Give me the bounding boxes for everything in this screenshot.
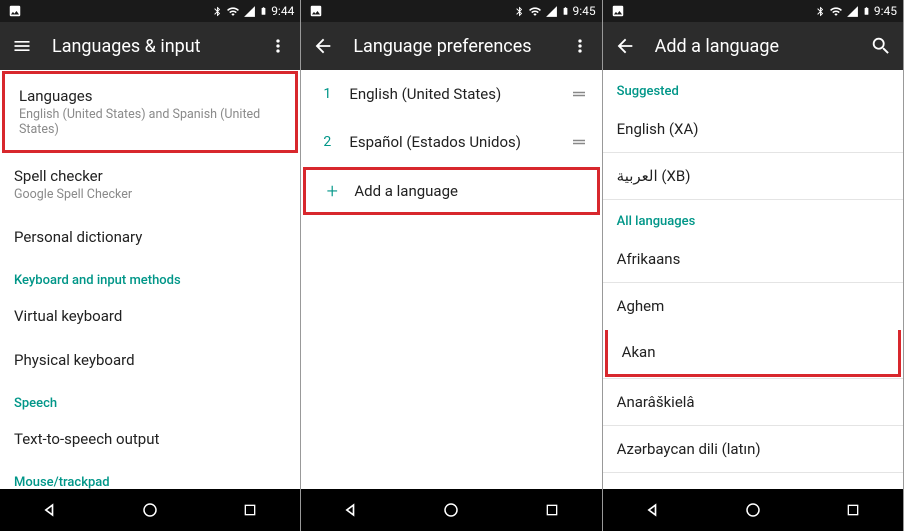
nav-back-icon[interactable]: [633, 490, 673, 530]
status-time: 9:45: [874, 4, 897, 18]
language-item-azerbaycan[interactable]: Azərbaycan dili (latın): [603, 425, 903, 472]
suggested-language-item[interactable]: English (XA): [603, 105, 903, 152]
add-language-button[interactable]: + Add a language: [303, 167, 599, 215]
status-bar: 9:45: [301, 0, 601, 22]
suggested-header: Suggested: [603, 70, 903, 105]
screen-language-preferences: 9:45 Language preferences 1 English (Uni…: [301, 0, 602, 531]
overflow-menu-icon[interactable]: [266, 34, 290, 58]
battery-icon: [862, 4, 871, 18]
language-item-afrikaans[interactable]: Afrikaans: [603, 235, 903, 282]
language-item-aghem[interactable]: Aghem: [603, 282, 903, 329]
bluetooth-icon: [815, 5, 826, 18]
language-index: 1: [315, 86, 339, 102]
page-title: Add a language: [655, 36, 851, 57]
list-item-sub: Google Spell Checker: [14, 187, 286, 202]
language-label: Akan: [622, 343, 656, 361]
language-item-bahasa-melayu[interactable]: Bahasa Melayu: [603, 472, 903, 489]
language-label: العربية (XB): [617, 167, 691, 185]
nav-back-icon[interactable]: [331, 490, 371, 530]
category-mouse: Mouse/trackpad: [0, 461, 300, 489]
back-arrow-icon[interactable]: [613, 34, 637, 58]
languages-item[interactable]: Languages English (United States) and Sp…: [2, 71, 298, 153]
list-item-label: Spell checker: [14, 167, 286, 185]
wifi-icon: [226, 5, 240, 18]
pref-list: 1 English (United States) 2 Español (Est…: [301, 70, 601, 489]
search-icon[interactable]: [869, 34, 893, 58]
app-bar: Language preferences: [301, 22, 601, 70]
physical-keyboard-item[interactable]: Physical keyboard: [0, 338, 300, 382]
nav-bar: [301, 489, 601, 531]
personal-dictionary-item[interactable]: Personal dictionary: [0, 215, 300, 259]
list-item-label: Physical keyboard: [14, 351, 286, 369]
picture-icon: [611, 4, 625, 18]
nav-home-icon[interactable]: [733, 490, 773, 530]
wifi-icon: [829, 5, 843, 18]
language-item-anaraskiela[interactable]: Anarâškielâ: [603, 378, 903, 425]
battery-icon: [561, 4, 570, 18]
status-bar: 9:45: [603, 0, 903, 22]
status-bar: 9:44: [0, 0, 300, 22]
language-label: Afrikaans: [617, 250, 681, 268]
language-index: 2: [315, 134, 339, 150]
status-time: 9:45: [573, 4, 596, 18]
picture-icon: [309, 4, 323, 18]
language-item-akan[interactable]: Akan: [605, 330, 901, 377]
list-item-sub: English (United States) and Spanish (Uni…: [19, 107, 281, 137]
picture-icon: [8, 4, 22, 18]
signal-icon: [846, 5, 859, 18]
all-languages-header: All languages: [603, 199, 903, 235]
hamburger-icon[interactable]: [10, 34, 34, 58]
app-bar: Languages & input: [0, 22, 300, 70]
suggested-language-item[interactable]: العربية (XB): [603, 152, 903, 199]
status-time: 9:44: [271, 4, 294, 18]
language-label: English (XA): [617, 120, 699, 138]
language-label: Azərbaycan dili (latın): [617, 440, 761, 458]
nav-back-icon[interactable]: [30, 490, 70, 530]
language-row-2[interactable]: 2 Español (Estados Unidos): [301, 118, 601, 166]
language-label: Español (Estados Unidos): [339, 133, 569, 151]
nav-recents-icon[interactable]: [532, 490, 572, 530]
language-label: Anarâškielâ: [617, 393, 695, 411]
nav-recents-icon[interactable]: [230, 490, 270, 530]
list-item-label: Text-to-speech output: [14, 430, 286, 448]
language-row-1[interactable]: 1 English (United States): [301, 70, 601, 118]
list-item-label: Virtual keyboard: [14, 307, 286, 325]
back-arrow-icon[interactable]: [311, 34, 335, 58]
drag-handle-icon[interactable]: [570, 133, 588, 151]
drag-handle-icon[interactable]: [570, 85, 588, 103]
nav-home-icon[interactable]: [431, 490, 471, 530]
screen-add-language: 9:45 Add a language Suggested English (X…: [603, 0, 904, 531]
signal-icon: [243, 5, 256, 18]
nav-bar: [0, 489, 300, 531]
virtual-keyboard-item[interactable]: Virtual keyboard: [0, 294, 300, 338]
settings-list: Languages English (United States) and Sp…: [0, 70, 300, 489]
category-keyboard: Keyboard and input methods: [0, 259, 300, 294]
signal-icon: [545, 5, 558, 18]
list-item-label: Languages: [19, 87, 281, 105]
spell-checker-item[interactable]: Spell checker Google Spell Checker: [0, 154, 300, 215]
language-label: English (United States): [339, 85, 569, 103]
tts-item[interactable]: Text-to-speech output: [0, 417, 300, 461]
overflow-menu-icon[interactable]: [568, 34, 592, 58]
page-title: Language preferences: [353, 36, 549, 57]
plus-icon: +: [320, 179, 344, 203]
nav-home-icon[interactable]: [130, 490, 170, 530]
add-language-label: Add a language: [344, 182, 458, 200]
battery-icon: [259, 4, 268, 18]
bluetooth-icon: [212, 5, 223, 18]
page-title: Languages & input: [52, 36, 248, 57]
category-speech: Speech: [0, 382, 300, 417]
language-list: Suggested English (XA) العربية (XB) All …: [603, 70, 903, 489]
language-label: Aghem: [617, 297, 665, 315]
nav-recents-icon[interactable]: [833, 490, 873, 530]
screen-languages-input: 9:44 Languages & input Languages English…: [0, 0, 301, 531]
wifi-icon: [528, 5, 542, 18]
list-item-label: Personal dictionary: [14, 228, 286, 246]
nav-bar: [603, 489, 903, 531]
bluetooth-icon: [514, 5, 525, 18]
app-bar: Add a language: [603, 22, 903, 70]
